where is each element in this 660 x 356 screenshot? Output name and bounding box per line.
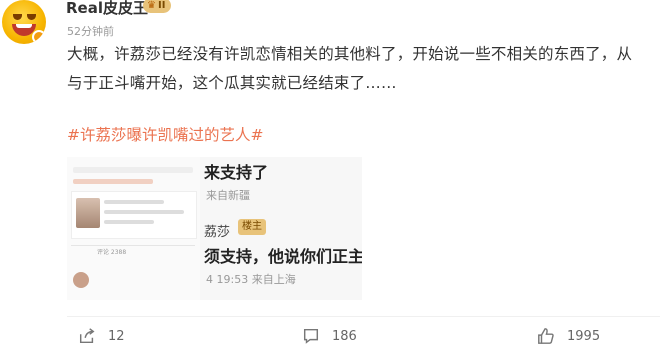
comment-button[interactable]: 186 [302,327,357,345]
post-image[interactable]: 评论 2388 来支持了 来自新疆 荔莎 楼主 须支持，他说你们正主 4 19:… [67,157,362,300]
avatar-eye [27,14,36,20]
member-badge-level: II [157,0,166,11]
commenter-avatar [73,272,89,288]
post-timestamp[interactable]: 52分钟前 [67,23,114,39]
chat-panel: 来支持了 来自新疆 荔莎 楼主 须支持，他说你们正主 4 19:53 来自上海 [200,157,362,300]
screenshot-panel: 评论 2388 [67,157,201,300]
verified-badge-icon [32,30,46,44]
owner-badge: 楼主 [238,219,266,235]
action-divider [67,316,660,317]
chat-message: 须支持，他说你们正主 [204,247,362,266]
chat-author: 荔莎 [204,225,231,240]
share-button[interactable]: 12 [78,327,125,345]
like-count: 1995 [567,328,601,344]
share-icon [79,328,95,344]
comment-icon [303,328,319,344]
chat-meta: 来自新疆 [206,189,250,202]
placeholder-bar [73,179,153,184]
shared-card [71,191,197,239]
comment-count: 186 [332,328,357,344]
like-button[interactable]: 1995 [537,327,600,345]
share-count: 12 [108,328,125,344]
chat-message: 来支持了 [204,163,269,182]
avatar[interactable] [2,0,46,44]
placeholder-line [104,200,164,204]
divider [71,245,195,246]
comment-count-label: 评论 2388 [97,249,127,256]
crown-icon: ♛ [147,0,156,11]
card-thumbnail [76,198,100,228]
username[interactable]: Real皮皮王 [66,0,148,18]
post-body: 大概，许荔莎已经没有许凯恋情相关的其他料了，开始说一些不相关的东西了，从与于正斗… [67,45,633,92]
hashtag-link[interactable]: #许荔莎曝许凯嘴过的艺人# [67,123,263,145]
thumbs-up-icon [538,328,554,344]
placeholder-line [104,220,154,224]
placeholder-line [104,210,184,214]
member-badge[interactable]: ♛ II [143,0,172,13]
chat-meta: 4 19:53 来自上海 [206,273,296,286]
avatar-eye [13,14,22,20]
placeholder-bar [73,167,193,173]
